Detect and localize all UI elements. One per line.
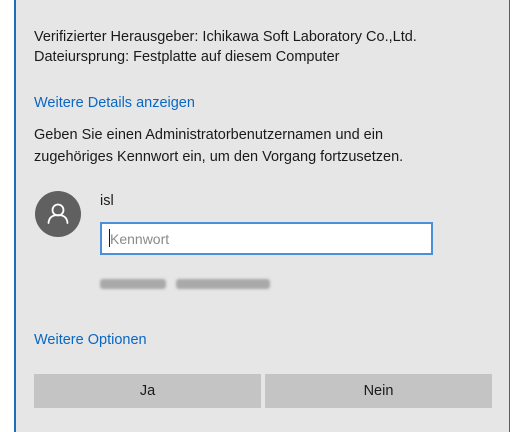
yes-button[interactable]: Ja	[34, 374, 261, 408]
prompt-line-2: zugehöriges Kennwort ein, um den Vorgang…	[34, 149, 404, 165]
prompt-line-1: Geben Sie einen Administratorbenutzernam…	[34, 127, 384, 143]
redacted-account-info	[176, 279, 270, 289]
no-button[interactable]: Nein	[265, 374, 492, 408]
file-origin-text: Dateiursprung: Festplatte auf diesem Com…	[34, 49, 340, 65]
show-details-link[interactable]: Weitere Details anzeigen	[34, 94, 195, 112]
avatar	[35, 191, 81, 237]
password-field[interactable]	[100, 222, 433, 255]
publisher-text: Verifizierter Herausgeber: Ichikawa Soft…	[34, 29, 417, 45]
username-label: isl	[100, 193, 114, 209]
text-caret	[109, 229, 110, 247]
user-icon	[47, 203, 69, 224]
more-options-link[interactable]: Weitere Optionen	[34, 331, 147, 349]
uac-dialog: Verifizierter Herausgeber: Ichikawa Soft…	[14, 0, 510, 432]
redacted-account-info	[100, 279, 166, 289]
